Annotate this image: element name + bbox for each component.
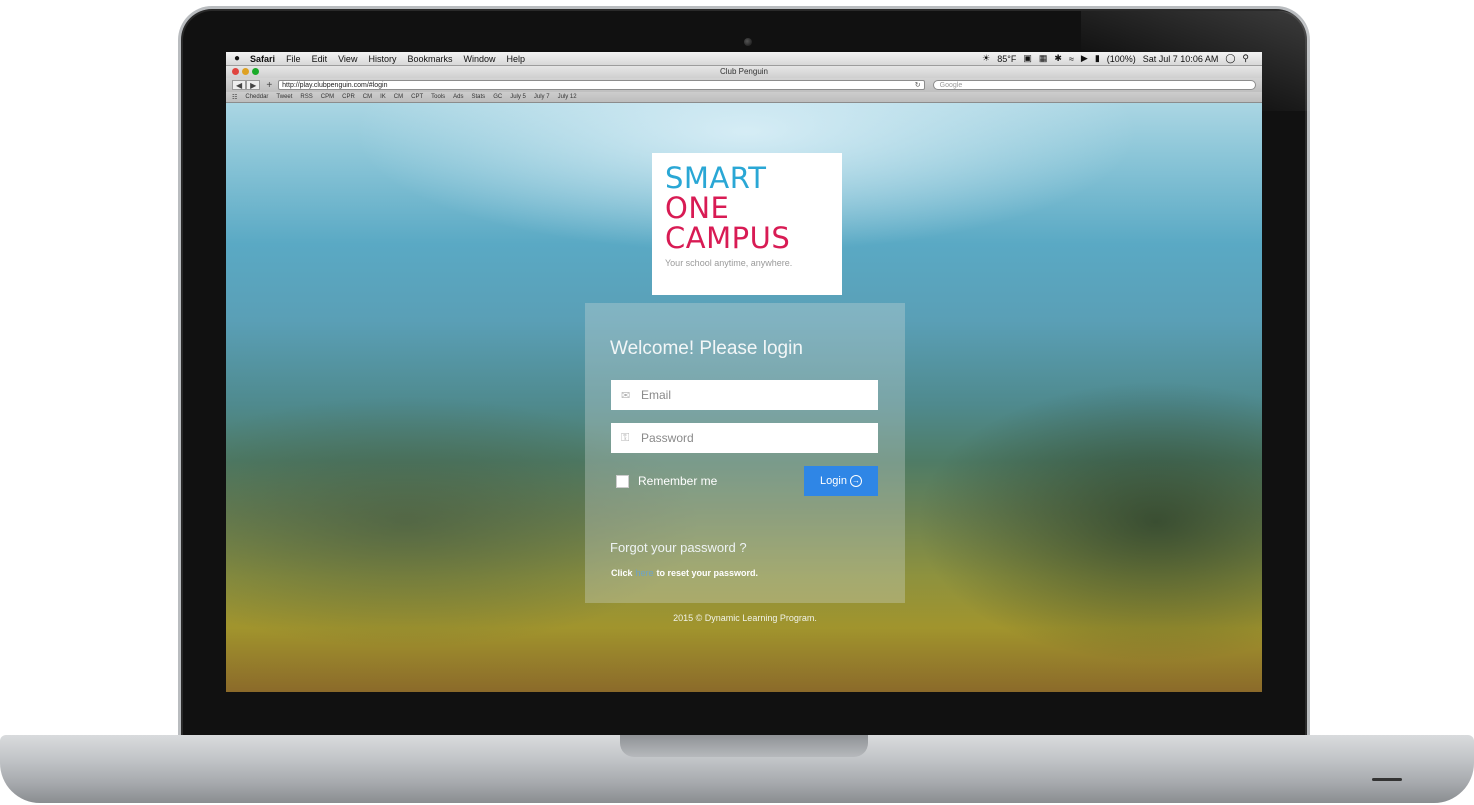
login-button[interactable]: Login → [804, 466, 878, 496]
bookmark-item[interactable]: RSS [300, 94, 312, 100]
status-area: ☀ 85°F ▣ ▦ ✱ ≈ ▶ ▮ (100%) Sat Jul 7 10:0… [982, 53, 1256, 64]
forward-icon[interactable]: ▶ [246, 80, 261, 90]
bookmark-item[interactable]: Ads [453, 94, 463, 100]
menu-view[interactable]: View [338, 54, 357, 64]
bookmark-item[interactable]: CM [363, 94, 372, 100]
battery-percent[interactable]: (100%) [1107, 54, 1136, 64]
arrow-right-icon: → [849, 475, 862, 487]
back-icon[interactable]: ◀ [232, 80, 247, 90]
app-icon[interactable]: ▦ [1039, 53, 1048, 64]
password-field[interactable]: ⚿ [611, 423, 878, 453]
logo-line-smart: SMART [665, 161, 767, 195]
menu-history[interactable]: History [368, 54, 396, 64]
window-title: Club Penguin [719, 67, 769, 76]
window-title-bar: Club Penguin [226, 66, 1262, 78]
logo-line-one: ONE [665, 191, 730, 225]
bookmark-item[interactable]: Tweet [276, 94, 292, 100]
forgot-suffix: to reset your password. [656, 568, 759, 578]
bookmark-item[interactable]: Cheddar [245, 94, 268, 100]
bookmark-item[interactable]: CPR [342, 94, 355, 100]
email-field[interactable]: ✉ [611, 380, 878, 410]
menu-edit[interactable]: Edit [312, 54, 328, 64]
laptop-screen: ● Safari File Edit View History Bookmark… [226, 52, 1262, 692]
apple-icon[interactable]: ● [234, 53, 240, 64]
close-icon[interactable] [232, 68, 239, 75]
bookmarks-bar: ☷ Cheddar Tweet RSS CPM CPR CM IK CM CPT… [226, 92, 1262, 103]
bookmark-item[interactable]: July 7 [534, 94, 550, 100]
bookmark-item[interactable]: Tools [431, 94, 445, 100]
bookmark-item[interactable]: IK [380, 94, 386, 100]
remember-me[interactable]: Remember me [616, 474, 717, 488]
reset-password-link[interactable]: here [636, 568, 654, 578]
wifi-icon[interactable]: ≈ [1069, 54, 1074, 64]
zoom-icon[interactable] [252, 68, 259, 75]
webcam [744, 38, 752, 46]
mac-menu-bar: ● Safari File Edit View History Bookmark… [226, 52, 1262, 66]
email-input[interactable] [641, 388, 861, 402]
bookmark-item[interactable]: Stats [472, 94, 486, 100]
nav-buttons: ◀ ▶ [232, 80, 261, 90]
bookmark-item[interactable]: CM [394, 94, 403, 100]
password-input[interactable] [641, 431, 861, 445]
temperature[interactable]: 85°F [997, 54, 1016, 64]
window-controls [232, 68, 262, 75]
bookmark-item[interactable]: CPM [321, 94, 334, 100]
copyright-footer: 2015 © Dynamic Learning Program. [673, 613, 817, 623]
bookmark-item[interactable]: July 12 [558, 94, 577, 100]
bookmark-item[interactable]: GC [493, 94, 502, 100]
menu-file[interactable]: File [286, 54, 301, 64]
reload-icon[interactable]: ↻ [915, 81, 921, 90]
battery-icon[interactable]: ▮ [1095, 53, 1100, 64]
logo-line-campus: CAMPUS [665, 221, 791, 255]
minimize-icon[interactable] [242, 68, 249, 75]
app-icon[interactable]: ▣ [1023, 53, 1032, 64]
logo-tagline: Your school anytime, anywhere. [665, 258, 793, 268]
laptop-notch [620, 735, 868, 757]
url-bar[interactable]: http://play.clubpenguin.com/#login ↻ [278, 80, 925, 90]
search-placeholder: Google [939, 82, 963, 89]
forgot-password-title: Forgot your password ? [610, 540, 747, 555]
search-field[interactable]: Google [932, 80, 1256, 90]
clock[interactable]: Sat Jul 7 10:06 AM [1143, 54, 1219, 64]
envelope-icon: ✉ [621, 389, 631, 402]
menu-help[interactable]: Help [507, 54, 526, 64]
login-title: Welcome! Please login [610, 338, 803, 359]
login-button-label: Login [820, 475, 847, 487]
menu-bookmarks[interactable]: Bookmarks [407, 54, 452, 64]
lock-icon: ⚿ [621, 431, 630, 444]
bookmark-item[interactable]: CPT [411, 94, 423, 100]
user-icon[interactable]: ◯ [1225, 53, 1235, 64]
bookmark-item[interactable]: July 5 [510, 94, 526, 100]
menu-safari[interactable]: Safari [250, 54, 275, 64]
browser-toolbar: ◀ ▶ + http://play.clubpenguin.com/#login… [226, 78, 1262, 92]
smart-one-campus-logo: SMART ONE CAMPUS Your school anytime, an… [652, 153, 842, 295]
login-panel: Welcome! Please login ✉ ⚿ Remember me Lo… [585, 303, 905, 603]
volume-icon[interactable]: ▶ [1081, 53, 1088, 64]
laptop-slot [1372, 778, 1402, 781]
menu-window[interactable]: Window [463, 54, 495, 64]
spotlight-icon[interactable]: ⚲ [1242, 53, 1249, 64]
weather-icon[interactable]: ☀ [982, 53, 990, 64]
remember-checkbox[interactable] [616, 474, 629, 488]
add-bookmark-icon[interactable]: + [266, 80, 272, 91]
bluetooth-icon[interactable]: ✱ [1054, 53, 1062, 64]
remember-label[interactable]: Remember me [638, 474, 717, 488]
forgot-password-text: Click here to reset your password. [611, 568, 758, 578]
url-text: http://play.clubpenguin.com/#login [282, 82, 388, 89]
reading-list-icon[interactable]: ☷ [232, 94, 237, 101]
forgot-prefix: Click [611, 568, 633, 578]
